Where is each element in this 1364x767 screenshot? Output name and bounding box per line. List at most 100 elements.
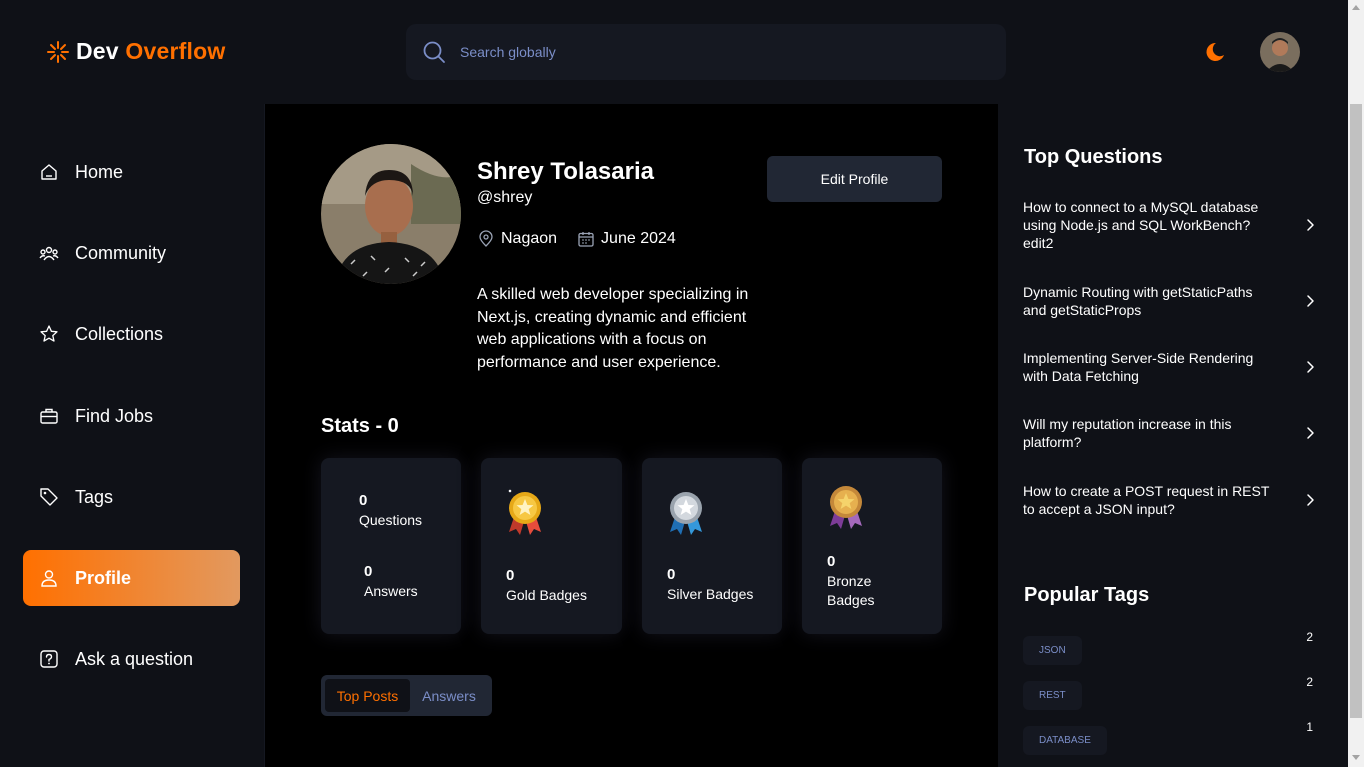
- gold-count: 0: [506, 567, 515, 584]
- stats-card-silver: 0 Silver Badges: [642, 458, 782, 634]
- stats-card-gold: 0 Gold Badges: [481, 458, 622, 634]
- logo-text-main: Dev: [76, 38, 119, 64]
- global-search[interactable]: [406, 24, 1006, 80]
- profile-picture: [321, 144, 461, 284]
- left-sidebar: Home Community Collections Find Jobs Tag…: [0, 104, 265, 767]
- chevron-right-icon: [1307, 295, 1314, 307]
- top-question-text: How to connect to a MySQL database using…: [1023, 199, 1259, 251]
- logo[interactable]: Dev Overflow: [46, 38, 225, 65]
- gold-medal-icon: [508, 489, 541, 535]
- scroll-down-arrow[interactable]: [1352, 755, 1360, 760]
- moon-icon: [1206, 42, 1224, 61]
- profile-bio: A skilled web developer specializing in …: [477, 286, 749, 371]
- tab-answers[interactable]: Answers: [410, 679, 488, 712]
- popular-tag-row[interactable]: REST 2: [1023, 675, 1321, 710]
- silver-medal-icon: [670, 492, 702, 535]
- sidebar-item-label: Profile: [75, 567, 132, 588]
- location-icon: [479, 230, 493, 247]
- top-questions-title: Top Questions: [1024, 146, 1163, 168]
- profile-handle: @shrey: [477, 189, 533, 206]
- top-question-item[interactable]: How to connect to a MySQL database using…: [1023, 198, 1318, 252]
- stats-title: Stats - 0: [321, 415, 399, 437]
- question-icon: [40, 650, 58, 668]
- suitcase-icon: [40, 408, 58, 424]
- popular-tag-row[interactable]: DATABASE 1: [1023, 720, 1321, 755]
- top-question-item[interactable]: How to create a POST request in REST to …: [1023, 482, 1318, 518]
- bronze-label: Bronze Badges: [827, 573, 875, 608]
- top-question-text: Dynamic Routing with getStaticPaths and …: [1023, 284, 1253, 318]
- profile-meta: Nagaon June 2024: [477, 230, 676, 248]
- logo-icon: [47, 40, 69, 63]
- top-question-text: Will my reputation increase in this plat…: [1023, 416, 1232, 450]
- silver-label: Silver Badges: [667, 586, 754, 602]
- location-text: Nagaon: [501, 230, 558, 247]
- search-icon: [423, 41, 445, 63]
- sidebar-item-find-jobs[interactable]: Find Jobs: [23, 388, 240, 444]
- sidebar-item-tags[interactable]: Tags: [23, 469, 240, 525]
- tag-icon: [40, 488, 58, 506]
- joined-text: June 2024: [601, 230, 676, 247]
- user-icon: [41, 570, 57, 587]
- sidebar-item-ask-question[interactable]: Ask a question: [23, 631, 240, 687]
- scrollbar-thumb[interactable]: [1350, 104, 1362, 718]
- sidebar-item-community[interactable]: Community: [23, 225, 240, 281]
- sidebar-item-home[interactable]: Home: [23, 144, 240, 200]
- questions-label: Questions: [359, 512, 423, 528]
- sidebar-item-profile[interactable]: Profile: [23, 550, 240, 606]
- profile-main: Shrey Tolasaria @shrey Nagaon June 2024 …: [265, 104, 998, 767]
- search-input[interactable]: [460, 44, 960, 60]
- chevron-right-icon: [1307, 219, 1314, 231]
- top-question-item[interactable]: Will my reputation increase in this plat…: [1023, 415, 1318, 451]
- tag-badge[interactable]: REST: [1023, 681, 1082, 710]
- sidebar-item-label: Collections: [75, 323, 164, 344]
- sidebar-item-label: Community: [75, 242, 167, 263]
- silver-count: 0: [667, 566, 676, 583]
- user-avatar[interactable]: [1260, 32, 1300, 72]
- top-question-text: How to create a POST request in REST to …: [1023, 483, 1270, 517]
- sidebar-item-label: Home: [75, 161, 124, 182]
- top-navbar: Dev Overflow: [0, 0, 1348, 104]
- stats-card-posts: 0 Questions 0 Answers: [321, 458, 461, 634]
- stats-card-bronze: 0 Bronze Badges: [802, 458, 942, 634]
- tab-top-posts[interactable]: Top Posts: [325, 679, 410, 712]
- location-meta: Nagaon: [477, 230, 557, 248]
- sidebar-item-label: Ask a question: [75, 648, 194, 669]
- popular-tag-row[interactable]: JSON 2: [1023, 630, 1321, 665]
- profile-tabs: Top Posts Answers: [321, 675, 492, 716]
- tag-count: 2: [1306, 630, 1313, 644]
- avatar-image: [1260, 32, 1300, 72]
- tag-badge[interactable]: DATABASE: [1023, 726, 1107, 755]
- calendar-icon: [578, 232, 594, 247]
- profile-name: Shrey Tolasaria: [477, 158, 654, 185]
- joined-meta: June 2024: [577, 230, 676, 248]
- page-scrollbar[interactable]: [1348, 0, 1364, 767]
- profile-photo: [321, 144, 461, 284]
- answers-count: 0: [364, 563, 373, 580]
- popular-tags-title: Popular Tags: [1024, 584, 1150, 606]
- questions-count: 0: [359, 492, 368, 509]
- chevron-right-icon: [1307, 494, 1314, 506]
- sidebar-item-collections[interactable]: Collections: [23, 306, 240, 362]
- sidebar-item-label: Find Jobs: [75, 405, 154, 426]
- tag-count: 2: [1306, 675, 1313, 689]
- answers-label: Answers: [364, 583, 418, 599]
- edit-profile-button[interactable]: Edit Profile: [767, 156, 942, 202]
- top-question-text: Implementing Server-Side Rendering with …: [1023, 350, 1254, 384]
- tag-badge[interactable]: JSON: [1023, 636, 1082, 665]
- logo-text: Dev Overflow: [76, 38, 225, 65]
- gold-label: Gold Badges: [506, 587, 587, 603]
- top-question-item[interactable]: Dynamic Routing with getStaticPaths and …: [1023, 283, 1318, 319]
- chevron-right-icon: [1307, 427, 1314, 439]
- top-question-item[interactable]: Implementing Server-Side Rendering with …: [1023, 349, 1318, 385]
- chevron-right-icon: [1307, 361, 1314, 373]
- right-sidebar: Top Questions How to connect to a MySQL …: [998, 104, 1348, 767]
- scroll-up-arrow[interactable]: [1352, 5, 1360, 10]
- tag-count: 1: [1306, 720, 1313, 734]
- bronze-medal-icon: [830, 486, 862, 529]
- sidebar-item-label: Tags: [75, 486, 114, 507]
- theme-toggle[interactable]: [1202, 40, 1226, 64]
- bronze-count: 0: [827, 553, 836, 570]
- home-icon: [41, 164, 57, 180]
- star-icon: [40, 325, 58, 342]
- logo-text-accent: Overflow: [125, 38, 226, 64]
